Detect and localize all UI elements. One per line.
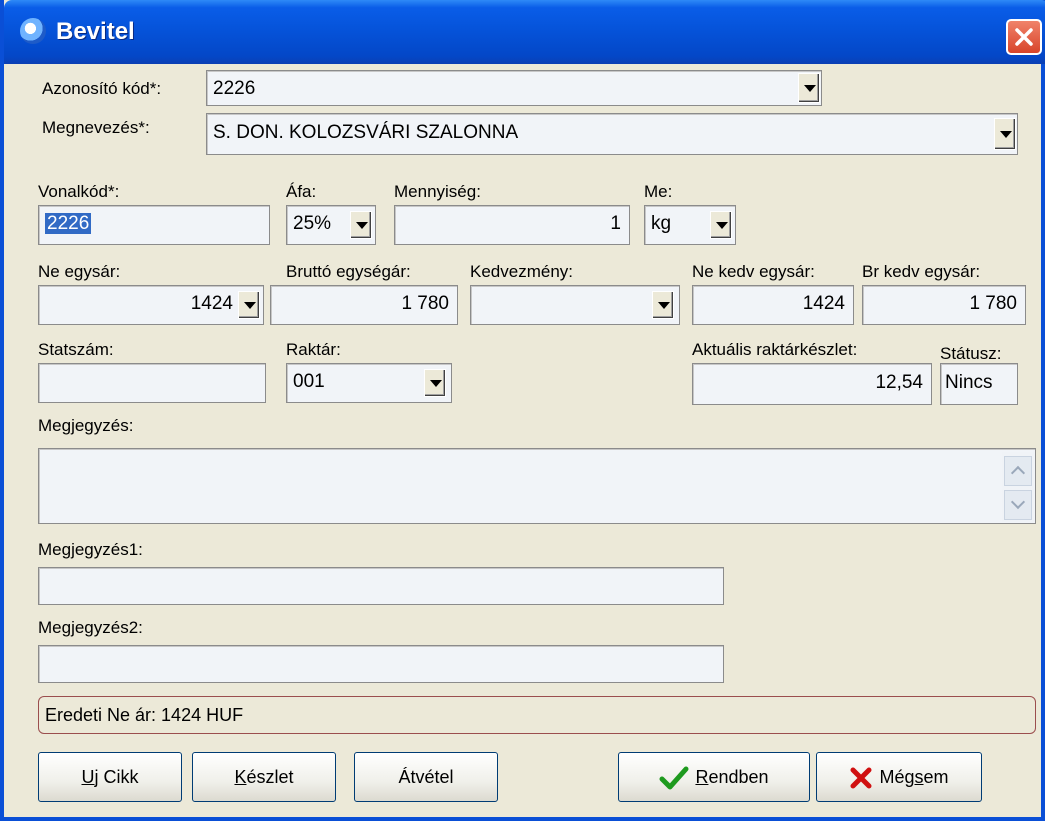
vonalkod-input[interactable]: 2226 xyxy=(38,205,270,245)
megnevezes-label: Megnevezés*: xyxy=(42,118,150,137)
kedvezmeny-dropdown-button[interactable] xyxy=(652,291,674,319)
br-kedv-value: 1 780 xyxy=(969,293,1017,314)
ne-egysar-value: 1424 xyxy=(190,293,233,314)
keszlet-button[interactable]: Készlet xyxy=(192,752,336,802)
window-title: Bevitel xyxy=(56,18,135,45)
statszam-label: Statszám: xyxy=(38,340,114,359)
atvetel-button[interactable]: Átvétel xyxy=(354,752,498,802)
afa-value: 25% xyxy=(293,213,332,234)
megsem-label-rest: em xyxy=(923,767,949,787)
atvetel-label: Átvétel xyxy=(398,767,454,787)
ne-kedv-value: 1424 xyxy=(802,293,845,314)
vonalkod-value: 2226 xyxy=(45,213,92,234)
original-price-info: Eredeti Ne ár: 1424 HUF xyxy=(38,696,1036,734)
me-label: Me: xyxy=(644,182,673,201)
ne-egysar-dropdown-button[interactable] xyxy=(238,291,260,319)
statusz-label: Státusz: xyxy=(940,344,1002,363)
brutto-value: 1 780 xyxy=(401,293,449,314)
uj-cikk-accel: U xyxy=(81,767,95,787)
scroll-down-button[interactable] xyxy=(1004,490,1032,520)
uj-cikk-button[interactable]: Uj Cikk xyxy=(38,752,182,802)
brutto-label: Bruttó egységár: xyxy=(286,262,411,281)
ne-egysar-combo[interactable]: 1424 xyxy=(38,285,264,325)
kedvezmeny-label: Kedvezmény: xyxy=(470,262,573,281)
megnevezes-combo[interactable]: S. DON. KOLOZSVÁRI SZALONNA xyxy=(206,113,1018,155)
cancel-x-icon xyxy=(850,767,872,789)
me-dropdown-button[interactable] xyxy=(710,211,732,239)
megnevezes-value: S. DON. KOLOZSVÁRI SZALONNA xyxy=(213,122,519,143)
rendben-label: endben xyxy=(708,767,769,787)
mennyiseg-label: Mennyiség: xyxy=(394,182,481,201)
raktar-value: 001 xyxy=(293,371,325,392)
rendben-button[interactable]: Rendben xyxy=(618,752,810,802)
megjegyzes1-input[interactable] xyxy=(38,567,724,605)
kedvezmeny-combo[interactable] xyxy=(470,285,680,325)
ne-kedv-input[interactable]: 1424 xyxy=(692,285,854,325)
original-price-text: Eredeti Ne ár: 1424 HUF xyxy=(45,705,244,725)
azonosito-combo[interactable]: 2226 xyxy=(206,70,822,106)
mennyiseg-input[interactable]: 1 xyxy=(394,205,630,245)
raktar-dropdown-button[interactable] xyxy=(424,369,446,397)
megnevezes-dropdown-button[interactable] xyxy=(994,118,1016,150)
vonalkod-label: Vonalkód*: xyxy=(38,182,120,201)
statusz-input: Nincs xyxy=(940,363,1018,405)
azonosito-dropdown-button[interactable] xyxy=(798,73,820,103)
keszlet-value: 12,54 xyxy=(875,372,923,393)
afa-label: Áfa: xyxy=(286,182,317,201)
scroll-up-button[interactable] xyxy=(1004,456,1032,486)
rendben-accel: R xyxy=(695,767,709,787)
azonosito-label: Azonosító kód*: xyxy=(42,79,162,98)
megsem-accel: s xyxy=(914,767,924,787)
close-button[interactable] xyxy=(1006,19,1042,55)
megjegyzes2-label: Megjegyzés2: xyxy=(38,618,143,637)
megjegyzes-textarea[interactable] xyxy=(38,448,1036,524)
chevron-up-icon xyxy=(1010,465,1026,481)
azonosito-value: 2226 xyxy=(213,78,256,99)
dialog-window: Bevitel Azonosító kód*: 2226 Megnevezés*… xyxy=(0,0,1045,821)
keszlet-label: Aktuális raktárkészlet: xyxy=(692,340,858,359)
me-value: kg xyxy=(651,213,672,234)
close-icon xyxy=(1015,28,1033,46)
megjegyzes1-label: Megjegyzés1: xyxy=(38,540,143,559)
megjegyzes-label: Megjegyzés: xyxy=(38,416,134,435)
title-bar[interactable]: Bevitel xyxy=(4,0,1045,64)
uj-cikk-label: j Cikk xyxy=(94,767,139,787)
raktar-label: Raktár: xyxy=(286,340,341,359)
megsem-label-pre: Még xyxy=(879,767,915,787)
app-icon xyxy=(20,18,46,44)
mennyiseg-value: 1 xyxy=(610,213,621,234)
br-kedv-input[interactable]: 1 780 xyxy=(862,285,1026,325)
ne-kedv-label: Ne kedv egysár: xyxy=(692,262,815,281)
keszlet-input: 12,54 xyxy=(692,363,932,405)
megjegyzes-scrollbar[interactable] xyxy=(1002,452,1034,522)
keszlet-accel: K xyxy=(234,767,247,787)
checkmark-icon xyxy=(659,766,689,790)
megjegyzes2-input[interactable] xyxy=(38,645,724,683)
keszlet-btn-label: észlet xyxy=(246,767,294,787)
br-kedv-label: Br kedv egysár: xyxy=(862,262,981,281)
statusz-value: Nincs xyxy=(945,372,993,393)
brutto-input[interactable]: 1 780 xyxy=(270,285,458,325)
chevron-down-icon xyxy=(1010,494,1026,510)
afa-dropdown-button[interactable] xyxy=(350,211,372,239)
statszam-input[interactable] xyxy=(38,363,266,403)
megsem-button[interactable]: Mégsem xyxy=(816,752,982,802)
ne-egysar-label: Ne egysár: xyxy=(38,262,121,281)
